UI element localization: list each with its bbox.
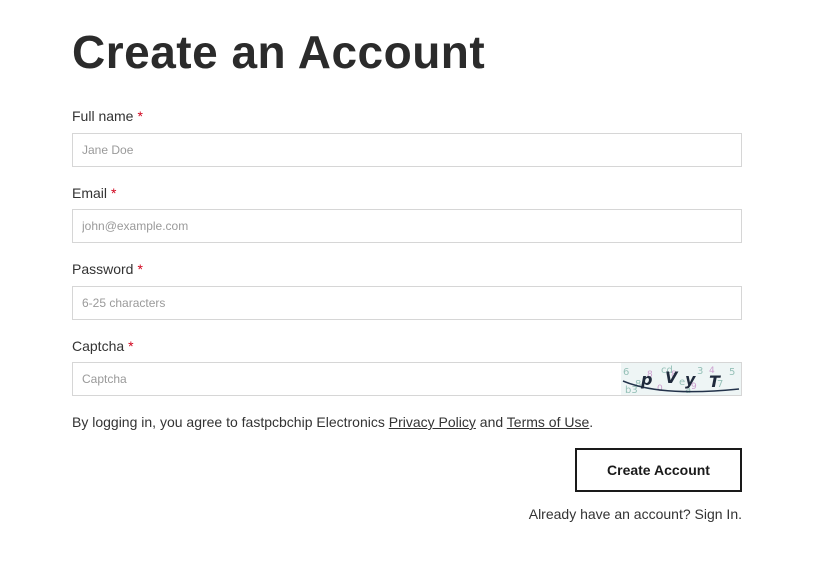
captcha-char: V: [665, 368, 679, 387]
svg-text:6: 6: [623, 367, 629, 378]
password-label-text: Password: [72, 261, 134, 277]
email-label-text: Email: [72, 185, 108, 201]
required-asterisk: *: [137, 108, 143, 124]
full-name-label: Full name *: [72, 107, 143, 125]
terms-of-use-link[interactable]: Terms of Use: [507, 414, 589, 430]
create-account-button[interactable]: Create Account: [575, 448, 742, 492]
required-asterisk: *: [128, 338, 134, 354]
svg-text:b3: b3: [625, 385, 638, 395]
captcha-char: T: [709, 372, 721, 391]
password-label: Password *: [72, 260, 143, 278]
email-label: Email *: [72, 184, 116, 202]
full-name-label-text: Full name: [72, 108, 134, 124]
captcha-image[interactable]: 6 8 cd e37 5 b3 a 889 40 p V y T: [621, 363, 741, 395]
email-input[interactable]: [72, 209, 742, 243]
agreement-prefix: By logging in, you agree to fastpcbchip …: [72, 414, 385, 430]
captcha-field: 68cd e37 5b3a 889 40 p V y T: [72, 362, 742, 396]
page-title: Create an Account: [72, 26, 486, 78]
required-asterisk: *: [111, 185, 117, 201]
sign-in-link[interactable]: Sign In.: [695, 506, 742, 522]
password-input[interactable]: [72, 286, 742, 320]
captcha-label-text: Captcha: [72, 338, 125, 354]
svg-text:5: 5: [729, 367, 735, 378]
signin-prompt: Already have an account? Sign In.: [529, 505, 742, 523]
agreement-suffix: .: [589, 414, 594, 430]
terms-agreement: By logging in, you agree to fastpcbchip …: [72, 413, 593, 431]
svg-text:3: 3: [697, 366, 703, 377]
captcha-label: Captcha *: [72, 337, 134, 355]
privacy-policy-link[interactable]: Privacy Policy: [389, 414, 476, 430]
signin-prompt-text: Already have an account?: [528, 506, 691, 522]
full-name-input[interactable]: [72, 133, 742, 167]
agreement-conjunction: and: [479, 414, 504, 430]
captcha-char: p: [640, 370, 652, 389]
captcha-char: y: [685, 370, 696, 389]
captcha-image-graphic: 68cd e37 5b3 a 8 89 40 p V y T: [621, 363, 741, 395]
required-asterisk: *: [137, 261, 143, 277]
